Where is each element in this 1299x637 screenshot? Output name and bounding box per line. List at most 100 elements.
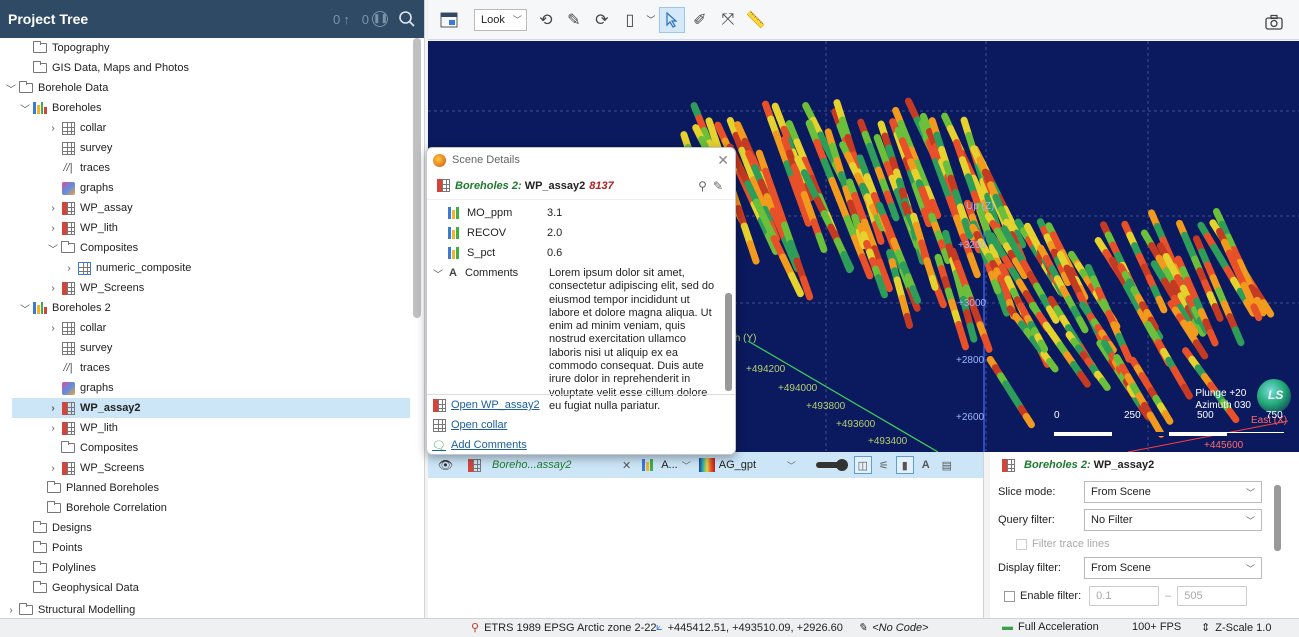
tree-item-points[interactable]: Points [0, 538, 410, 558]
draw-line-icon[interactable]: ✎ [561, 7, 587, 33]
query-filter-select[interactable]: No Filter ﹀ [1084, 509, 1262, 531]
z-scale-status[interactable]: ⇕ Z-Scale 1.0 [1201, 621, 1271, 635]
remove-icon[interactable]: ✕ [622, 459, 631, 472]
select-arrow-icon[interactable] [658, 6, 685, 33]
add-comments-link[interactable]: 🗨 Add Comments [431, 435, 527, 454]
tree-item-borehole-correlation[interactable]: Borehole Correlation [0, 498, 410, 518]
reset-view-icon[interactable]: ⟳ [589, 7, 615, 33]
slice-icon[interactable]: ▯ [617, 7, 643, 33]
legend-icon[interactable]: ▤ [938, 456, 956, 474]
bars-icon[interactable]: ▮ [895, 456, 914, 474]
chevron-right-icon[interactable]: › [46, 123, 60, 134]
tree-item-composites-2[interactable]: Composites [0, 438, 410, 458]
chevron-down-icon[interactable]: ﹀ [46, 241, 60, 256]
properties-scrollbar[interactable] [1274, 485, 1281, 605]
chevron-down-icon[interactable]: ﹀ [682, 459, 691, 472]
pause-counter[interactable]: 0 ❚❚ [362, 11, 388, 27]
tree-item-survey[interactable]: survey [0, 138, 410, 158]
tree-item-boreholes-2[interactable]: ﹀ Boreholes 2 [0, 298, 410, 318]
column-dropdown[interactable]: A... [661, 459, 678, 471]
tree-item-wp-screens-2[interactable]: › WP_Screens [0, 458, 410, 478]
tree-item-polylines[interactable]: Polylines [0, 558, 410, 578]
details-scrollbar-thumb[interactable] [725, 293, 732, 391]
filter-icon[interactable]: ⚲ [698, 179, 713, 193]
search-icon[interactable] [398, 10, 416, 28]
details-scrollbar[interactable] [725, 203, 732, 391]
tree-item-geophysical-data[interactable]: Geophysical Data [0, 578, 410, 598]
camera-icon[interactable] [1261, 9, 1287, 35]
chevron-right-icon[interactable]: › [46, 423, 60, 434]
filter-max-input[interactable]: 505 [1177, 586, 1248, 606]
code-status[interactable]: ✎ <No Code> [858, 621, 928, 635]
label-icon[interactable]: A [917, 456, 935, 474]
tree-item-survey-2[interactable]: survey [0, 338, 410, 358]
tree-item-graphs-2[interactable]: graphs [0, 378, 410, 398]
chevron-down-icon[interactable]: ﹀ [18, 101, 32, 116]
tree-item-traces-2[interactable]: //| traces [0, 358, 410, 378]
tree-item-borehole-data[interactable]: ﹀ Borehole Data [0, 78, 410, 98]
chevron-right-icon[interactable]: › [46, 283, 60, 294]
tree-scrollbar[interactable] [413, 38, 421, 618]
sort-counter[interactable]: 0 ↑ [333, 12, 350, 27]
chevron-right-icon[interactable]: › [62, 263, 76, 274]
display-filter-select[interactable]: From Scene ﹀ [1084, 557, 1262, 579]
chevron-down-icon[interactable]: ﹀ [18, 301, 32, 316]
tree-item-designs[interactable]: Designs [0, 518, 410, 538]
pen-icon[interactable]: ✐ [687, 7, 713, 33]
tree-item-composites[interactable]: ﹀ Composites [0, 238, 410, 258]
slice-dropdown-icon[interactable]: ﹀ [645, 7, 657, 33]
scene-list-icon[interactable] [436, 7, 462, 33]
tree-item-structural-modelling[interactable]: › Structural Modelling [0, 600, 410, 618]
tree-item-wp-screens[interactable]: › WP_Screens [0, 278, 410, 298]
shown-object-row[interactable]: 👁 Boreho...assay2 ✕ A... ﹀ AG_gpt ﹀ ◫ ⚟ … [428, 452, 983, 478]
ruler-icon[interactable]: 📏 [743, 7, 769, 33]
chevron-right-icon[interactable]: › [46, 463, 60, 474]
borehole-segment [746, 240, 760, 265]
chevron-right-icon[interactable]: › [46, 323, 60, 334]
chevron-right-icon[interactable]: › [46, 403, 60, 414]
tree-scrollbar-thumb[interactable] [413, 38, 421, 318]
tree-item-planned-boreholes[interactable]: Planned Boreholes [0, 478, 410, 498]
close-icon[interactable]: ✕ [717, 152, 729, 169]
properties-title: Boreholes 2: WP_assay2 [990, 452, 1299, 478]
graph-icon[interactable]: ⚟ [875, 456, 893, 474]
filter-min-input[interactable]: 0.1 [1089, 586, 1160, 606]
tree-item-wp-lith[interactable]: › WP_lith [0, 218, 410, 238]
filter-trace-lines-checkbox[interactable] [1016, 538, 1027, 550]
chevron-down-icon[interactable]: ﹀ [787, 459, 796, 472]
tree-item-topography[interactable]: Topography [0, 38, 410, 58]
tree-item-wp-lith-2[interactable]: › WP_lith [0, 418, 410, 438]
tree-item-gis-data[interactable]: GIS Data, Maps and Photos [0, 58, 410, 78]
transform-icon[interactable]: ⤧ [715, 7, 741, 33]
tree-item-collar-2[interactable]: › collar [0, 318, 410, 338]
visibility-eye-icon[interactable]: 👁 [438, 458, 456, 472]
chevron-right-icon[interactable]: › [46, 223, 60, 234]
table-icon [431, 418, 447, 432]
open-wp-assay2-link[interactable]: Open WP_assay2 [431, 395, 540, 415]
display-mode-icon[interactable]: ◫ [853, 456, 872, 474]
chevron-down-icon[interactable]: ﹀ [4, 81, 18, 96]
transparency-slider[interactable] [815, 459, 848, 471]
rotate-icon[interactable]: ⟲ [533, 7, 559, 33]
chevron-right-icon[interactable]: › [4, 605, 18, 616]
chevron-down-icon[interactable]: ﹀ [431, 266, 445, 281]
properties-scrollbar-thumb[interactable] [1274, 485, 1281, 551]
chevron-right-icon[interactable]: › [46, 203, 60, 214]
crs-status[interactable]: ⚲ ETRS 1989 EPSG Arctic zone 2-22 [471, 621, 656, 635]
tree-item-wp-assay2[interactable]: › WP_assay2 [12, 398, 410, 418]
slice-mode-select[interactable]: From Scene ﹀ [1084, 481, 1262, 503]
tree-item-collar[interactable]: › collar [0, 118, 410, 138]
tree-item-wp-assay[interactable]: › WP_assay [0, 198, 410, 218]
comments-row[interactable]: ﹀ A Comments [431, 263, 518, 283]
edit-icon[interactable]: ✎ [713, 179, 729, 193]
colormap-dropdown[interactable]: AG_gpt [719, 459, 779, 471]
borehole-segment [1045, 357, 1059, 373]
orientation-globe-icon[interactable]: LS [1257, 379, 1291, 413]
tree-item-graphs[interactable]: graphs [0, 178, 410, 198]
tree-item-traces[interactable]: //| traces [0, 158, 410, 178]
enable-filter-checkbox[interactable] [1004, 590, 1015, 602]
tree-item-numeric-composite[interactable]: › numeric_composite [0, 258, 410, 278]
tree-item-boreholes[interactable]: ﹀ Boreholes [0, 98, 410, 118]
look-dropdown[interactable]: Look ﹀ [474, 8, 527, 31]
open-collar-link[interactable]: Open collar [431, 415, 507, 435]
